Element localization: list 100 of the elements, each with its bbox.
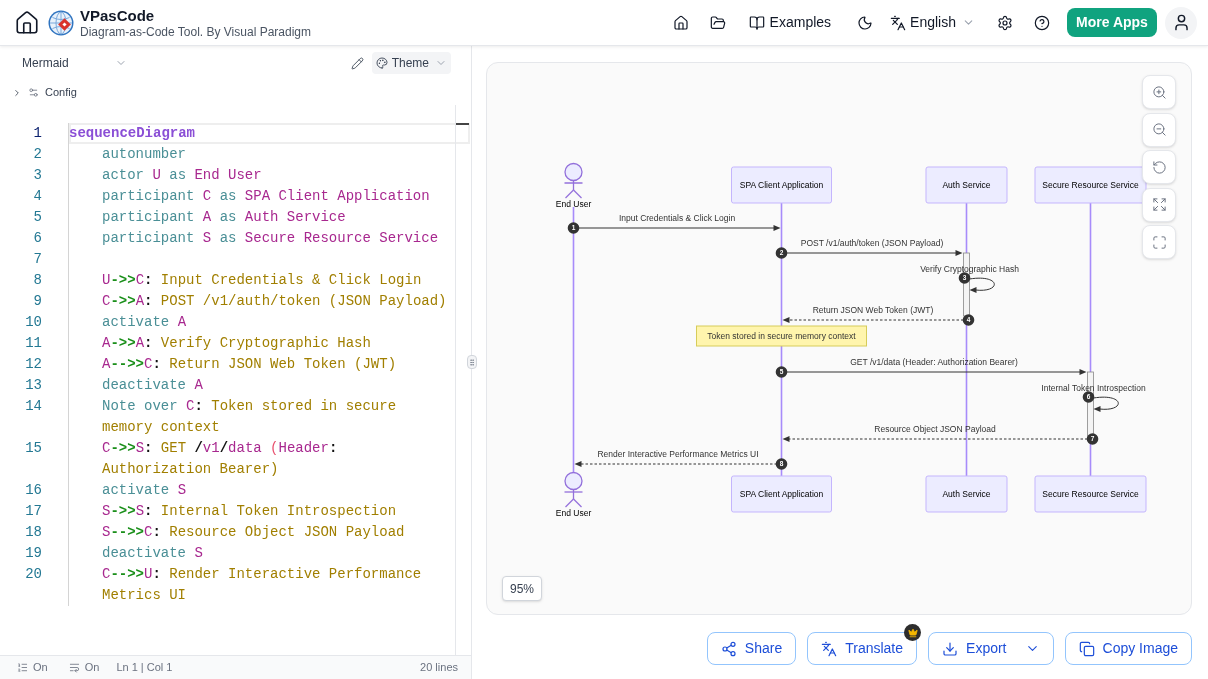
- numbered-list-icon: [17, 662, 28, 673]
- code-line: Note over C: Token stored in secure memory context: [101, 397, 398, 437]
- code-line: participant S as Secure Resource Service: [101, 229, 440, 248]
- code-line: activate S: [101, 481, 188, 500]
- line-number: 16: [24, 481, 43, 500]
- line-number: 8: [32, 271, 43, 290]
- code-line: deactivate A: [101, 376, 204, 395]
- line-number: 1: [32, 124, 43, 143]
- expand-arrows-icon: [1151, 197, 1167, 212]
- line-number: 4: [32, 187, 43, 206]
- message-label: Render Interactive Performance Metrics UI: [597, 449, 759, 459]
- code-line: A->>A: Verify Cryptographic Hash: [101, 334, 372, 353]
- home-icon[interactable]: [672, 14, 689, 31]
- message-label: Internal Token Introspection: [1041, 383, 1146, 393]
- grip-icon[interactable]: [467, 355, 477, 369]
- word-wrap-toggle[interactable]: On: [68, 659, 100, 676]
- actor-label: End User: [555, 507, 592, 518]
- line-number: 5: [32, 208, 43, 227]
- logo-icon: [48, 9, 74, 36]
- zoom-in-icon: [1151, 84, 1167, 100]
- line-number: 2: [32, 145, 43, 164]
- line-number: 19: [24, 544, 43, 563]
- language-dropdown[interactable]: English: [890, 12, 975, 33]
- palette-icon: [375, 57, 388, 69]
- stick-figure-icon: [563, 471, 584, 508]
- line-number: 10: [24, 313, 43, 332]
- code-line: S->>S: Internal Token Introspection: [101, 502, 398, 521]
- code-line: sequenceDiagram: [69, 123, 470, 144]
- line-number: 7: [32, 250, 43, 269]
- home-icon[interactable]: [14, 9, 40, 36]
- code-line: participant A as Auth Service: [101, 208, 347, 227]
- code-line: C-->>U: Render Interactive Performance Metrics UI: [101, 565, 423, 605]
- line-number: 3: [32, 166, 43, 185]
- book-icon: [748, 14, 765, 31]
- copy-icon: [1078, 640, 1095, 657]
- zoom-level-badge: 95%: [502, 576, 542, 601]
- folder-icon[interactable]: [709, 14, 726, 31]
- code-line: C->>S: GET /v1/data (Header: Authorization Bearer): [101, 439, 339, 479]
- participant-label: SPA Client Application: [739, 489, 824, 499]
- message-label: Input Credentials & Click Login: [618, 213, 736, 223]
- code-line: actor U as End User: [101, 166, 263, 185]
- chevron-right-icon: [12, 87, 22, 98]
- line-number: 6: [32, 229, 43, 248]
- message-label: POST /v1/auth/token (JSON Payload): [800, 238, 944, 248]
- code-line: A-->>C: Return JSON Web Token (JWT): [101, 355, 398, 374]
- note: Token stored in secure memory context: [696, 325, 867, 347]
- copy-image-button[interactable]: Copy Image: [1064, 632, 1192, 665]
- zoom-out-icon: [1151, 122, 1167, 137]
- app-title: VPasCode: [80, 6, 156, 25]
- config-toggle[interactable]: Config: [12, 84, 77, 101]
- code-line: C->>A: POST /v1/auth/token (JSON Payload): [101, 292, 448, 311]
- account-button[interactable]: [1165, 6, 1197, 39]
- participant-label: Auth Service: [942, 180, 991, 190]
- examples-button[interactable]: Examples: [748, 12, 832, 33]
- actor-label: End User: [555, 198, 592, 209]
- message-label: GET /v1/data (Header: Authorization Bearer): [850, 357, 1018, 367]
- cursor-position: Ln 1 | Col 1: [116, 660, 173, 676]
- code-line: activate A: [101, 313, 188, 332]
- line-number: 17: [24, 502, 43, 521]
- scrollbar-thumb[interactable]: [456, 123, 469, 125]
- translate-button[interactable]: Translate: [807, 632, 918, 665]
- line-number: 14: [24, 397, 43, 416]
- line-number: 12: [24, 355, 43, 374]
- translate-icon: [890, 14, 907, 31]
- download-icon: [942, 640, 959, 657]
- message-label: Return JSON Web Token (JWT): [812, 305, 934, 315]
- settings-icon[interactable]: [997, 14, 1013, 31]
- participant-label: SPA Client Application: [739, 180, 824, 190]
- code-line: S-->>C: Resource Object JSON Payload: [101, 523, 406, 542]
- sliders-icon: [28, 87, 39, 98]
- code-line: autonumber: [101, 145, 187, 164]
- code-line: U->>C: Input Credentials & Click Login: [101, 271, 423, 290]
- wrap-text-icon: [68, 662, 80, 673]
- self-message-arrow: [969, 277, 995, 293]
- line-number: 11: [24, 334, 43, 353]
- participant-label: Secure Resource Service: [1042, 489, 1139, 499]
- translate-icon: [821, 640, 838, 657]
- participant-label: Auth Service: [942, 489, 991, 499]
- fullscreen-icon: [1151, 234, 1167, 250]
- share-button[interactable]: Share: [706, 632, 797, 665]
- line-number: 9: [32, 292, 43, 311]
- help-icon[interactable]: [1034, 14, 1050, 31]
- participant-label: Secure Resource Service: [1042, 180, 1139, 190]
- diagram-type-select[interactable]: Mermaid: [22, 54, 127, 72]
- line-number: 20: [24, 565, 43, 584]
- rotate-icon: [1151, 159, 1167, 175]
- export-button[interactable]: Export: [928, 632, 1054, 665]
- pencil-icon[interactable]: [350, 56, 364, 70]
- code-line: deactivate S: [101, 544, 204, 563]
- line-number: 15: [24, 439, 43, 458]
- code-line: participant C as SPA Client Application: [101, 187, 431, 206]
- theme-button[interactable]: Theme: [371, 52, 451, 74]
- line-number: 18: [24, 523, 43, 542]
- line-number: 13: [24, 376, 43, 395]
- share-icon: [720, 640, 737, 657]
- line-numbers-toggle[interactable]: On: [17, 659, 48, 676]
- line-count: 20 lines: [420, 660, 458, 676]
- message-label: Resource Object JSON Payload: [874, 424, 996, 434]
- moon-icon[interactable]: [857, 14, 874, 31]
- stick-figure-icon: [563, 162, 584, 199]
